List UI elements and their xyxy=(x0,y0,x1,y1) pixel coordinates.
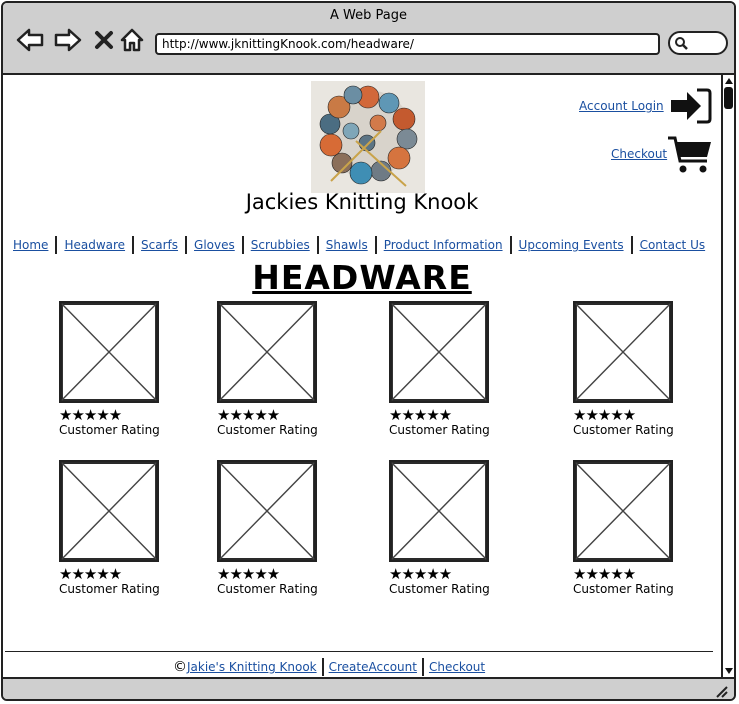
nav-separator xyxy=(316,236,319,254)
scrollbar-thumb[interactable] xyxy=(724,87,733,109)
image-placeholder[interactable] xyxy=(573,301,673,403)
page-title: HEADWARE xyxy=(3,258,721,297)
image-placeholder[interactable] xyxy=(59,460,159,562)
nav-separator xyxy=(55,236,58,254)
scroll-up-arrow-icon[interactable] xyxy=(724,77,734,85)
nav-separator xyxy=(509,236,512,254)
nav-item-gloves[interactable]: Gloves xyxy=(194,238,235,252)
customer-rating-label: Customer Rating xyxy=(59,423,160,437)
star-rating-icon: ★★★★★ xyxy=(217,565,280,583)
image-placeholder[interactable] xyxy=(217,301,317,403)
status-bar xyxy=(3,677,734,699)
star-rating-icon: ★★★★★ xyxy=(389,565,452,583)
product-card[interactable]: ★★★★★ Customer Rating xyxy=(389,301,490,437)
image-placeholder[interactable] xyxy=(389,460,489,562)
footer-separator xyxy=(421,658,424,676)
customer-rating-label: Customer Rating xyxy=(59,582,160,596)
product-card[interactable]: ★★★★★ Customer Rating xyxy=(217,301,318,437)
logo-image xyxy=(311,81,425,193)
nav-item-scrubbies[interactable]: Scrubbies xyxy=(251,238,310,252)
nav-separator xyxy=(241,236,244,254)
star-rating-icon: ★★★★★ xyxy=(59,406,122,424)
resize-grip-icon[interactable] xyxy=(714,684,728,698)
browser-chrome: A Web Page http://www.jknittingKnook.com… xyxy=(3,3,734,75)
window-title: A Web Page xyxy=(330,8,407,23)
customer-rating-label: Customer Rating xyxy=(389,582,490,596)
account-login-link[interactable]: Account Login xyxy=(579,99,664,113)
nav-separator xyxy=(132,236,135,254)
nav-separator xyxy=(185,236,188,254)
customer-rating-label: Customer Rating xyxy=(217,423,318,437)
product-card[interactable]: ★★★★★ Customer Rating xyxy=(59,301,160,437)
home-icon[interactable] xyxy=(117,25,147,55)
search-icon xyxy=(675,37,688,50)
footer-separator xyxy=(321,658,324,676)
page-title-text: HEADWARE xyxy=(252,258,472,297)
nav-item-headware[interactable]: Headware xyxy=(64,238,125,252)
nav-separator xyxy=(630,236,633,254)
image-placeholder[interactable] xyxy=(217,460,317,562)
checkout-link[interactable]: Checkout xyxy=(611,147,667,161)
nav-item-shawls[interactable]: Shawls xyxy=(326,238,368,252)
site-brand-name: Jackies Knitting Knook xyxy=(245,190,479,214)
footer-create-account-link[interactable]: CreateAccount xyxy=(329,660,417,674)
product-card[interactable]: ★★★★★ Customer Rating xyxy=(389,460,490,596)
nav-item-home[interactable]: Home xyxy=(13,238,48,252)
image-placeholder[interactable] xyxy=(59,301,159,403)
page-content: Account Login Checkout Jackies Knitting … xyxy=(3,75,721,679)
customer-rating-label: Customer Rating xyxy=(217,582,318,596)
product-card[interactable]: ★★★★★ Customer Rating xyxy=(59,460,160,596)
image-placeholder[interactable] xyxy=(389,301,489,403)
footer-site-link[interactable]: Jakie's Knitting Knook xyxy=(187,660,317,674)
star-rating-icon: ★★★★★ xyxy=(389,406,452,424)
main-nav: Home Headware Scarfs Gloves Scrubbies Sh… xyxy=(13,235,705,255)
back-arrow-icon[interactable] xyxy=(15,25,45,55)
footer-checkout-link[interactable]: Checkout xyxy=(429,660,485,674)
page-footer: © Jakie's Knitting Knook CreateAccount C… xyxy=(173,657,485,677)
product-card[interactable]: ★★★★★ Customer Rating xyxy=(573,301,674,437)
image-placeholder[interactable] xyxy=(573,460,673,562)
star-rating-icon: ★★★★★ xyxy=(217,406,280,424)
footer-divider xyxy=(5,651,713,652)
nav-item-scarfs[interactable]: Scarfs xyxy=(141,238,178,252)
customer-rating-label: Customer Rating xyxy=(573,423,674,437)
vertical-scrollbar[interactable] xyxy=(721,75,734,679)
star-rating-icon: ★★★★★ xyxy=(573,565,636,583)
nav-item-upcoming-events[interactable]: Upcoming Events xyxy=(519,238,624,252)
scroll-down-arrow-icon[interactable] xyxy=(724,667,734,675)
address-bar[interactable]: http://www.jknittingKnook.com/headware/ xyxy=(155,33,660,55)
product-card[interactable]: ★★★★★ Customer Rating xyxy=(217,460,318,596)
customer-rating-label: Customer Rating xyxy=(389,423,490,437)
nav-item-contact-us[interactable]: Contact Us xyxy=(640,238,706,252)
copyright-symbol: © xyxy=(173,659,187,675)
login-icon[interactable] xyxy=(669,87,713,129)
nav-separator xyxy=(374,236,377,254)
star-rating-icon: ★★★★★ xyxy=(59,565,122,583)
browser-window: A Web Page http://www.jknittingKnook.com… xyxy=(1,1,736,701)
forward-arrow-icon[interactable] xyxy=(53,25,83,55)
star-rating-icon: ★★★★★ xyxy=(573,406,636,424)
search-input[interactable] xyxy=(668,31,728,55)
product-card[interactable]: ★★★★★ Customer Rating xyxy=(573,460,674,596)
cart-icon[interactable] xyxy=(667,135,713,179)
close-icon[interactable] xyxy=(89,25,119,55)
nav-item-product-information[interactable]: Product Information xyxy=(384,238,503,252)
customer-rating-label: Customer Rating xyxy=(573,582,674,596)
